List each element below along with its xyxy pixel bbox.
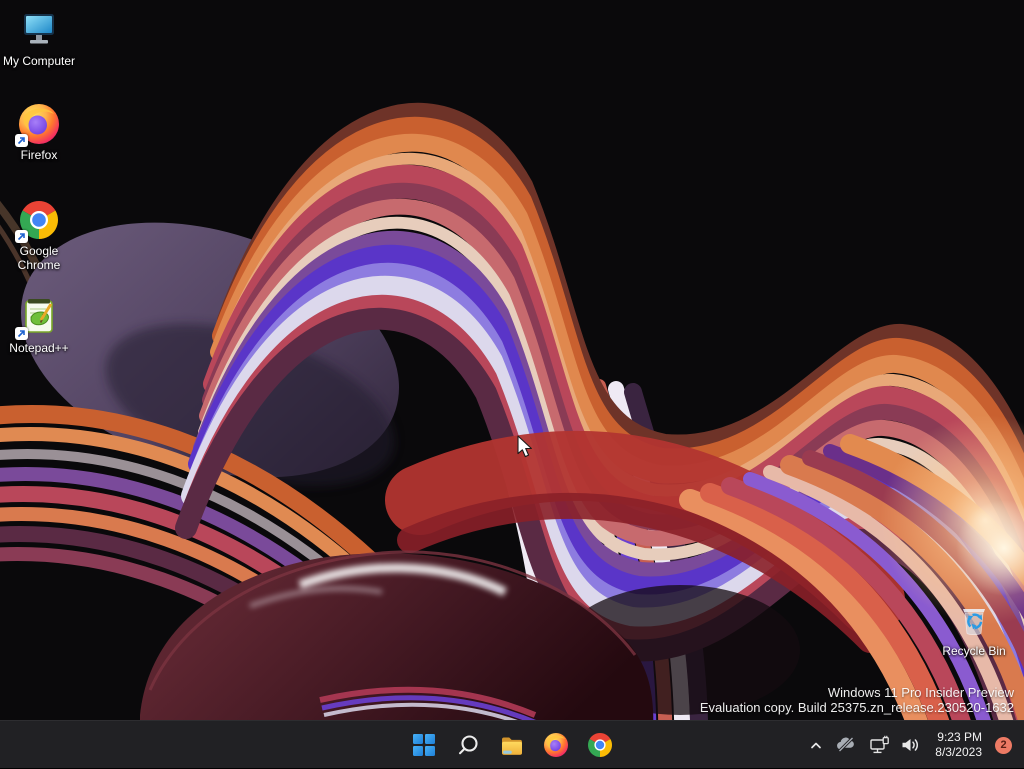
shortcut-arrow-icon [15,134,28,147]
shortcut-arrow-icon [15,230,28,243]
chrome-icon [15,198,61,243]
chrome-taskbar-button[interactable] [580,725,620,765]
start-button[interactable] [404,725,444,765]
chrome-icon [588,732,612,757]
clock-date: 8/3/2023 [935,745,982,759]
shortcut-arrow-icon [15,327,28,340]
firefox-icon [15,102,61,147]
desktop-icon-label: Notepad++ [9,341,69,355]
desktop-icon-google-chrome[interactable]: Google Chrome [1,198,77,272]
search-button[interactable] [448,725,488,765]
desktop[interactable]: My Computer Firefox Google Chrome Notepa… [0,0,1024,768]
network-icon [870,735,890,754]
evaluation-watermark: Windows 11 Pro Insider Preview Evaluatio… [700,685,1014,715]
file-explorer-button[interactable] [492,725,532,765]
taskbar-center-buttons [402,725,622,765]
desktop-icon-label: Google Chrome [17,244,61,272]
onedrive-button[interactable] [832,725,860,765]
desktop-icon-notepad-plus-plus[interactable]: Notepad++ [1,295,77,355]
desktop-icon-label: Firefox [20,148,58,162]
system-tray: 9:23 PM 8/3/2023 2 [802,721,1024,769]
notepad-plus-plus-icon [15,295,61,340]
search-icon [458,734,478,754]
desktop-icon-label: My Computer [2,54,76,68]
watermark-line2: Evaluation copy. Build 25375.zn_release.… [699,700,1014,715]
taskbar-clock[interactable]: 9:23 PM 8/3/2023 [929,730,988,760]
desktop-icon-firefox[interactable]: Firefox [1,102,77,162]
onedrive-offline-icon [837,736,855,753]
watermark-line1: Windows 11 Pro Insider Preview [827,685,1014,700]
firefox-taskbar-button[interactable] [536,725,576,765]
desktop-icon-my-computer[interactable]: My Computer [1,8,77,68]
volume-icon [902,739,919,751]
firefox-icon [544,732,568,757]
quick-settings-button[interactable] [862,725,927,765]
clock-time: 9:23 PM [937,730,982,744]
my-computer-icon [17,8,61,52]
recycle-bin-icon [951,596,997,642]
wallpaper [0,0,1024,768]
tray-overflow-button[interactable] [802,725,830,765]
file-explorer-icon [502,737,522,755]
notification-badge[interactable]: 2 [995,736,1012,754]
desktop-icon-recycle-bin[interactable]: Recycle Bin [936,596,1012,658]
desktop-icon-label: Recycle Bin [942,644,1006,658]
taskbar: 9:23 PM 8/3/2023 2 [0,720,1024,768]
windows-start-icon [413,733,435,756]
chevron-up-icon [811,742,822,749]
